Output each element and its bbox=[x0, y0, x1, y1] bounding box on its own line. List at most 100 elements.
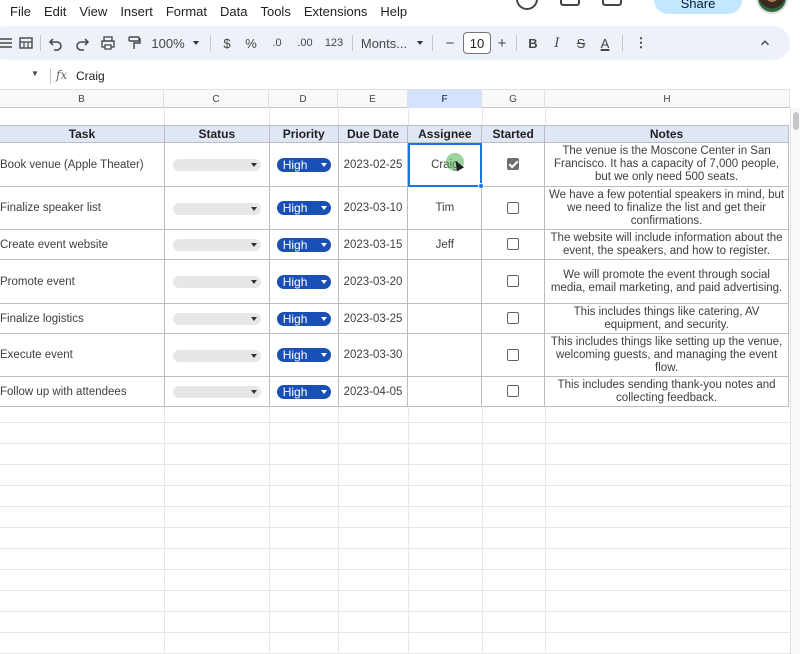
due-date-cell[interactable]: 2023-03-20 bbox=[337, 259, 409, 304]
menu-help[interactable]: Help bbox=[380, 4, 407, 19]
started-cell[interactable] bbox=[481, 259, 546, 304]
started-cell[interactable] bbox=[481, 303, 546, 334]
assignee-cell[interactable]: Jeff bbox=[407, 229, 483, 260]
priority-dropdown[interactable]: High bbox=[276, 237, 331, 252]
column-header-f[interactable]: F bbox=[408, 90, 482, 108]
started-cell[interactable] bbox=[481, 333, 546, 377]
due-date-cell[interactable]: 2023-03-30 bbox=[337, 333, 409, 377]
header-status[interactable]: Status bbox=[163, 125, 270, 143]
status-cell[interactable] bbox=[163, 142, 270, 187]
status-cell[interactable] bbox=[163, 229, 270, 260]
priority-cell[interactable]: High bbox=[268, 333, 339, 377]
notes-cell[interactable]: This includes sending thank-you notes an… bbox=[544, 376, 789, 407]
status-dropdown[interactable] bbox=[172, 313, 261, 325]
format-currency-button[interactable]: $ bbox=[220, 26, 234, 60]
assignee-cell[interactable]: Craig bbox=[407, 142, 485, 189]
name-box-chevron-down-icon[interactable]: ▼ bbox=[31, 69, 39, 78]
menu-tools[interactable]: Tools bbox=[260, 4, 290, 19]
status-cell[interactable] bbox=[163, 376, 270, 407]
priority-cell[interactable]: High bbox=[268, 186, 339, 230]
priority-cell[interactable]: High bbox=[268, 259, 339, 304]
due-date-cell[interactable]: 2023-02-25 bbox=[337, 142, 409, 187]
started-cell[interactable] bbox=[481, 186, 546, 230]
priority-cell[interactable]: High bbox=[268, 142, 339, 187]
menu-file[interactable]: File bbox=[10, 4, 31, 19]
menu-data[interactable]: Data bbox=[220, 4, 247, 19]
decrease-font-size-button[interactable]: − bbox=[444, 26, 456, 60]
priority-cell[interactable]: High bbox=[268, 303, 339, 334]
started-cell[interactable] bbox=[481, 229, 546, 260]
assignee-cell[interactable] bbox=[407, 259, 483, 304]
table-icon[interactable] bbox=[16, 26, 36, 60]
column-header-c[interactable]: C bbox=[164, 90, 269, 108]
format-percent-button[interactable]: % bbox=[244, 26, 258, 60]
redo-icon[interactable] bbox=[72, 26, 92, 60]
notes-cell[interactable]: This includes things like setting up the… bbox=[544, 333, 789, 377]
priority-dropdown[interactable]: High bbox=[276, 201, 331, 215]
column-header-d[interactable]: D bbox=[269, 90, 338, 108]
status-dropdown[interactable] bbox=[172, 239, 261, 251]
started-checkbox[interactable] bbox=[507, 348, 520, 361]
started-checkbox[interactable] bbox=[507, 275, 520, 288]
notes-cell[interactable]: We have a few potential speakers in mind… bbox=[544, 186, 789, 230]
status-dropdown[interactable] bbox=[172, 159, 261, 171]
collapse-toolbar-icon[interactable] bbox=[758, 26, 772, 60]
increase-decimal-button[interactable]: .00 bbox=[294, 26, 316, 60]
due-date-cell[interactable]: 2023-04-05 bbox=[337, 376, 409, 407]
share-button[interactable]: Share bbox=[654, 0, 742, 14]
task-cell[interactable]: Book venue (Apple Theater) bbox=[0, 142, 165, 187]
assignee-cell[interactable] bbox=[407, 333, 483, 377]
task-cell[interactable]: Execute event bbox=[0, 333, 165, 377]
due-date-cell[interactable]: 2023-03-25 bbox=[337, 303, 409, 334]
menu-insert[interactable]: Insert bbox=[120, 4, 153, 19]
header-notes[interactable]: Notes bbox=[544, 125, 789, 143]
strikethrough-button[interactable]: S bbox=[574, 26, 588, 60]
task-cell[interactable]: Finalize logistics bbox=[0, 303, 165, 334]
meet-icon[interactable] bbox=[602, 0, 622, 6]
status-cell[interactable] bbox=[163, 333, 270, 377]
column-header-h[interactable]: H bbox=[545, 90, 790, 108]
increase-font-size-button[interactable]: + bbox=[496, 26, 508, 60]
header-priority[interactable]: Priority bbox=[268, 125, 339, 143]
italic-button[interactable]: I bbox=[550, 26, 564, 60]
paint-format-icon[interactable] bbox=[124, 26, 144, 60]
task-cell[interactable]: Promote event bbox=[0, 259, 165, 304]
print-icon[interactable] bbox=[98, 26, 118, 60]
priority-cell[interactable]: High bbox=[268, 229, 339, 260]
menu-view[interactable]: View bbox=[79, 4, 107, 19]
notes-cell[interactable]: The website will include information abo… bbox=[544, 229, 789, 260]
menu-edit[interactable]: Edit bbox=[44, 4, 66, 19]
notes-cell[interactable]: This includes things like catering, AV e… bbox=[544, 303, 789, 334]
status-cell[interactable] bbox=[163, 259, 270, 304]
status-dropdown[interactable] bbox=[172, 386, 261, 398]
header-started[interactable]: Started bbox=[481, 125, 546, 143]
priority-dropdown[interactable]: High bbox=[276, 274, 331, 289]
assignee-cell[interactable] bbox=[407, 303, 483, 334]
column-header-e[interactable]: E bbox=[338, 90, 408, 108]
started-checkbox[interactable] bbox=[507, 238, 520, 251]
menu-extensions[interactable]: Extensions bbox=[304, 4, 368, 19]
priority-cell[interactable]: High bbox=[268, 376, 339, 407]
formula-input[interactable]: Craig bbox=[76, 69, 105, 83]
zoom-select[interactable]: 100% bbox=[150, 26, 186, 60]
text-color-button[interactable]: A bbox=[598, 26, 612, 60]
started-checkbox[interactable] bbox=[507, 158, 520, 171]
sheet-grid[interactable]: Task Status Priority Due Date Assignee S… bbox=[0, 108, 790, 654]
status-cell[interactable] bbox=[163, 303, 270, 334]
started-checkbox[interactable] bbox=[507, 312, 520, 325]
number-format-button[interactable]: 123 bbox=[324, 26, 344, 60]
started-checkbox[interactable] bbox=[507, 201, 520, 214]
font-chevron-down-icon[interactable] bbox=[414, 26, 426, 60]
task-cell[interactable]: Create event website bbox=[0, 229, 165, 260]
task-cell[interactable]: Follow up with attendees bbox=[0, 376, 165, 407]
header-assignee[interactable]: Assignee bbox=[407, 125, 483, 143]
scrollbar-thumb[interactable] bbox=[793, 112, 799, 130]
due-date-cell[interactable]: 2023-03-15 bbox=[337, 229, 409, 260]
undo-icon[interactable] bbox=[46, 26, 66, 60]
started-checkbox[interactable] bbox=[507, 385, 520, 398]
column-header-g[interactable]: G bbox=[482, 90, 545, 108]
menu-format[interactable]: Format bbox=[166, 4, 207, 19]
zoom-chevron-down-icon[interactable] bbox=[190, 26, 202, 60]
notes-cell[interactable]: The venue is the Moscone Center in San F… bbox=[544, 142, 789, 187]
more-options-icon[interactable]: ⋮ bbox=[635, 26, 648, 60]
